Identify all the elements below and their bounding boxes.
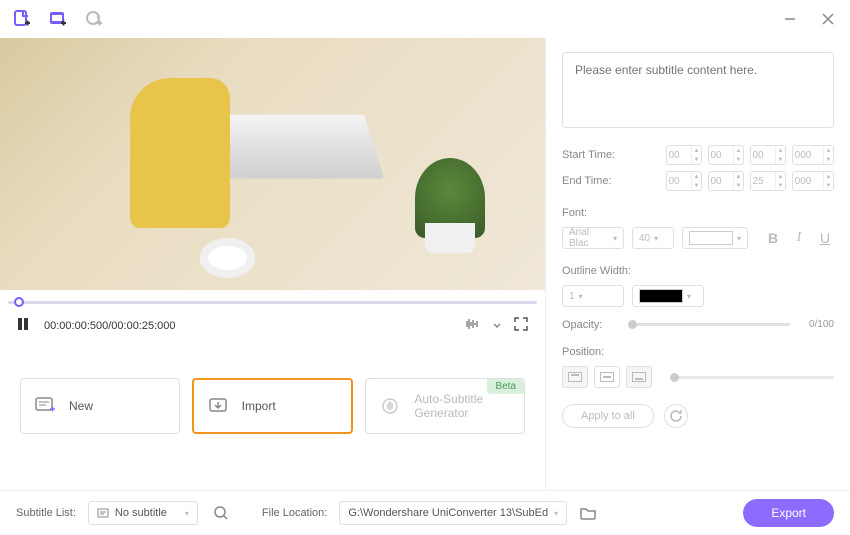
apply-row: Apply to all: [562, 404, 834, 428]
end-time-row: End Time: 00▲▼ 00▲▼ 25▲▼ 000▲▼: [562, 171, 834, 191]
position-label: Position:: [562, 346, 834, 358]
end-ms-stepper[interactable]: 000▲▼: [792, 171, 834, 191]
right-panel: Start Time: 00▲▼ 00▲▼ 00▲▼ 000▲▼ End Tim…: [546, 38, 850, 490]
underline-button[interactable]: U: [816, 229, 834, 247]
export-button[interactable]: Export: [743, 499, 834, 527]
beta-badge: Beta: [487, 379, 524, 394]
font-color-swatch: [689, 231, 733, 245]
reset-button[interactable]: [664, 404, 688, 428]
outline-controls: 1▾ ▾: [562, 285, 834, 307]
outline-color-swatch: [639, 289, 683, 303]
font-family-dropdown[interactable]: Arial Blac▾: [562, 227, 624, 249]
font-section-label: Font:: [562, 207, 834, 219]
end-sec-stepper[interactable]: 25▲▼: [750, 171, 786, 191]
open-folder-button[interactable]: [579, 504, 597, 522]
opacity-slider-row: 0/100: [562, 319, 834, 330]
font-color-dropdown[interactable]: ▾: [682, 227, 748, 249]
position-controls: [562, 366, 834, 388]
pause-button[interactable]: [16, 317, 30, 336]
start-min-stepper[interactable]: 00▲▼: [708, 145, 744, 165]
title-bar: [0, 0, 850, 38]
end-hour-stepper[interactable]: 00▲▼: [666, 171, 702, 191]
file-location-dropdown[interactable]: G:\Wondershare UniConverter 13\SubEd ▾: [339, 501, 567, 525]
import-icon: [208, 397, 230, 415]
main-content: 00:00:00:500/00:00:25:000 New: [0, 38, 850, 490]
position-middle-button[interactable]: [594, 366, 620, 388]
subtitle-list-dropdown[interactable]: No subtitle ▾: [88, 501, 198, 525]
auto-label: Auto-Subtitle Generator: [414, 392, 510, 420]
end-min-stepper[interactable]: 00▲▼: [708, 171, 744, 191]
subtitle-input[interactable]: [562, 52, 834, 128]
outline-section-label: Outline Width:: [562, 265, 834, 277]
start-ms-stepper[interactable]: 000▲▼: [792, 145, 834, 165]
apply-all-button[interactable]: Apply to all: [562, 404, 654, 428]
close-icon[interactable]: [816, 7, 840, 31]
audio-waveform-icon[interactable]: [463, 317, 481, 336]
import-label: Import: [242, 399, 276, 413]
seek-thumb[interactable]: [14, 297, 24, 307]
font-size-dropdown[interactable]: 40▾: [632, 227, 674, 249]
auto-subtitle-button[interactable]: Beta Auto-Subtitle Generator: [365, 378, 525, 434]
position-bottom-button[interactable]: [626, 366, 652, 388]
search-button[interactable]: [210, 502, 232, 524]
fullscreen-icon[interactable]: [513, 316, 529, 337]
playback-controls: 00:00:00:500/00:00:25:000: [0, 308, 545, 344]
opacity-slider[interactable]: [628, 323, 790, 326]
opacity-value: 0/100: [800, 319, 834, 330]
new-subtitle-icon: [35, 397, 57, 415]
position-top-button[interactable]: [562, 366, 588, 388]
italic-button[interactable]: I: [790, 229, 808, 247]
new-label: New: [69, 399, 93, 413]
chevron-down-icon[interactable]: [493, 317, 501, 335]
start-hour-stepper[interactable]: 00▲▼: [666, 145, 702, 165]
start-sec-stepper[interactable]: 00▲▼: [750, 145, 786, 165]
end-time-label: End Time:: [562, 175, 618, 187]
start-time-label: Start Time:: [562, 149, 618, 161]
font-controls: Arial Blac▾ 40▾ ▾ B I U: [562, 227, 834, 249]
toolbar-left: [10, 7, 106, 31]
auto-subtitle-icon: [380, 397, 402, 415]
start-time-row: Start Time: 00▲▼ 00▲▼ 00▲▼ 000▲▼: [562, 145, 834, 165]
video-preview[interactable]: [0, 38, 545, 290]
outline-width-dropdown[interactable]: 1▾: [562, 285, 624, 307]
seek-bar[interactable]: [0, 290, 545, 308]
subtitle-list-label: Subtitle List:: [16, 507, 76, 519]
import-button[interactable]: Import: [192, 378, 354, 434]
add-file-icon[interactable]: [10, 7, 34, 31]
add-folder-icon[interactable]: [46, 7, 70, 31]
file-location-label: File Location:: [262, 507, 327, 519]
bold-button[interactable]: B: [764, 229, 782, 247]
new-button[interactable]: New: [20, 378, 180, 434]
action-buttons: New Import Beta Auto-Subtitle Generator: [0, 344, 545, 454]
minimize-icon[interactable]: [778, 7, 802, 31]
position-slider[interactable]: [670, 376, 834, 379]
subtitle-icon: [97, 507, 109, 519]
window-controls: [778, 7, 840, 31]
refresh-add-icon[interactable]: [82, 7, 106, 31]
outline-color-dropdown[interactable]: ▾: [632, 285, 704, 307]
bottom-bar: Subtitle List: No subtitle ▾ File Locati…: [0, 490, 850, 535]
time-display: 00:00:00:500/00:00:25:000: [44, 320, 176, 332]
left-panel: 00:00:00:500/00:00:25:000 New: [0, 38, 546, 490]
